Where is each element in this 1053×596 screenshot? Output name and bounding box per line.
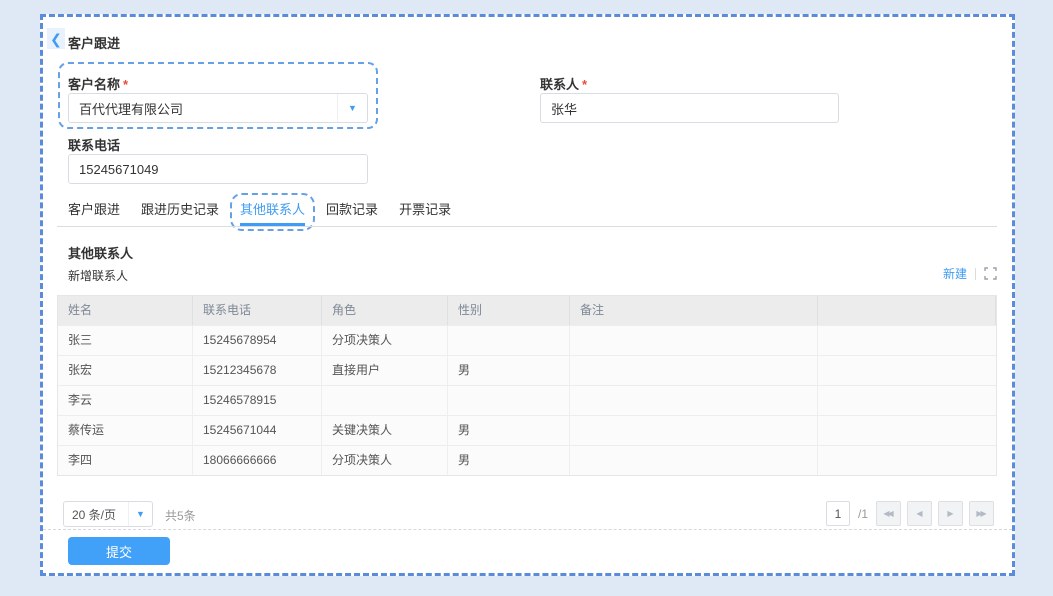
cell-extra <box>818 446 996 475</box>
chevron-left-icon: ❮ <box>50 32 62 46</box>
tabs-divider <box>57 226 997 227</box>
cell-remark <box>570 446 818 475</box>
chevron-down-icon: ▼ <box>136 510 145 519</box>
column-header-role: 角色 <box>322 296 448 325</box>
footer-divider <box>43 529 1012 530</box>
cell-remark <box>570 356 818 385</box>
submit-button[interactable]: 提交 <box>68 537 170 565</box>
page-size-select[interactable]: 20 条/页 ▼ <box>63 501 153 527</box>
tab-customer-followup[interactable]: 客户跟进 <box>68 200 120 226</box>
cell-remark <box>570 326 818 355</box>
tab-followup-history[interactable]: 跟进历史记录 <box>141 200 219 226</box>
column-header-name: 姓名 <box>58 296 193 325</box>
double-chevron-left-icon: ◀◀ <box>883 510 891 518</box>
select-arrow-zone: ▼ <box>128 502 152 526</box>
cell-name: 李四 <box>58 446 193 475</box>
contacts-table: 姓名 联系电话 角色 性别 备注 张三 15245678954 分项决策人 张宏… <box>57 295 997 476</box>
current-page-box[interactable]: 1 <box>826 501 850 526</box>
toolbar-separator <box>975 268 976 280</box>
cell-remark <box>570 386 818 415</box>
phone-label: 联系电话 <box>68 135 120 154</box>
customer-followup-panel: ❮ 客户跟进 客户名称* 百代代理有限公司 ▼ 联系人* 联系电话 客户跟进 跟… <box>40 14 1015 576</box>
customer-name-label: 客户名称* <box>68 74 128 93</box>
tab-invoice-records[interactable]: 开票记录 <box>399 200 451 226</box>
cell-gender <box>448 386 570 415</box>
table-row[interactable]: 蔡传运 15245671044 关键决策人 男 <box>58 415 996 445</box>
detail-tabs: 客户跟进 跟进历史记录 其他联系人 回款记录 开票记录 <box>68 200 451 226</box>
chevron-down-icon: ▼ <box>348 104 357 113</box>
table-row[interactable]: 李云 15246578915 <box>58 385 996 415</box>
page-size-value: 20 条/页 <box>64 506 128 523</box>
cell-role: 分项决策人 <box>322 446 448 475</box>
add-contact-label: 新增联系人 <box>68 267 128 284</box>
page-total-indicator: /1 <box>858 507 868 521</box>
cell-extra <box>818 326 996 355</box>
pagination-controls: 1 /1 ◀◀ ◀ ▶ ▶▶ <box>826 501 994 526</box>
column-header-phone: 联系电话 <box>193 296 322 325</box>
customer-name-select[interactable]: 百代代理有限公司 ▼ <box>68 93 368 123</box>
contact-label: 联系人* <box>540 74 587 93</box>
cell-extra <box>818 356 996 385</box>
cell-extra <box>818 416 996 445</box>
contact-label-text: 联系人 <box>540 77 579 92</box>
fullscreen-icon[interactable] <box>984 267 997 280</box>
cell-remark <box>570 416 818 445</box>
cell-role <box>322 386 448 415</box>
cell-phone: 15245678954 <box>193 326 322 355</box>
total-count: 共5条 <box>165 507 196 524</box>
required-asterisk: * <box>123 77 128 92</box>
prev-page-button[interactable]: ◀ <box>907 501 932 526</box>
cell-role: 分项决策人 <box>322 326 448 355</box>
column-header-remark: 备注 <box>570 296 818 325</box>
cell-gender: 男 <box>448 446 570 475</box>
cell-phone: 15212345678 <box>193 356 322 385</box>
cell-gender: 男 <box>448 416 570 445</box>
cell-gender <box>448 326 570 355</box>
required-asterisk: * <box>582 77 587 92</box>
cell-phone: 18066666666 <box>193 446 322 475</box>
cell-gender: 男 <box>448 356 570 385</box>
cell-phone: 15245671044 <box>193 416 322 445</box>
tab-other-contacts-label: 其他联系人 <box>240 202 305 217</box>
tab-other-contacts[interactable]: 其他联系人 <box>240 200 305 226</box>
cell-name: 蔡传运 <box>58 416 193 445</box>
cell-name: 李云 <box>58 386 193 415</box>
cell-name: 张三 <box>58 326 193 355</box>
customer-name-select-value: 百代代理有限公司 <box>69 99 337 118</box>
customer-name-label-text: 客户名称 <box>68 77 120 92</box>
table-row[interactable]: 李四 18066666666 分项决策人 男 <box>58 445 996 475</box>
last-page-button[interactable]: ▶▶ <box>969 501 994 526</box>
tab-payment-records[interactable]: 回款记录 <box>326 200 378 226</box>
back-button[interactable]: ❮ <box>47 28 65 49</box>
page-title: 客户跟进 <box>68 33 120 52</box>
section-title: 其他联系人 <box>68 243 133 262</box>
new-button[interactable]: 新建 <box>943 265 967 282</box>
cell-phone: 15246578915 <box>193 386 322 415</box>
table-toolbar: 新建 <box>943 265 997 282</box>
cell-extra <box>818 386 996 415</box>
cell-role: 直接用户 <box>322 356 448 385</box>
chevron-left-icon: ◀ <box>916 510 922 518</box>
chevron-right-icon: ▶ <box>947 510 953 518</box>
table-row[interactable]: 张三 15245678954 分项决策人 <box>58 325 996 355</box>
double-chevron-right-icon: ▶▶ <box>976 510 984 518</box>
cell-role: 关键决策人 <box>322 416 448 445</box>
first-page-button[interactable]: ◀◀ <box>876 501 901 526</box>
next-page-button[interactable]: ▶ <box>938 501 963 526</box>
column-header-extra <box>818 296 996 325</box>
table-row[interactable]: 张宏 15212345678 直接用户 男 <box>58 355 996 385</box>
contact-input[interactable] <box>540 93 839 123</box>
phone-input[interactable] <box>68 154 368 184</box>
table-header-row: 姓名 联系电话 角色 性别 备注 <box>58 296 996 325</box>
column-header-gender: 性别 <box>448 296 570 325</box>
cell-name: 张宏 <box>58 356 193 385</box>
select-arrow-zone: ▼ <box>337 94 367 122</box>
